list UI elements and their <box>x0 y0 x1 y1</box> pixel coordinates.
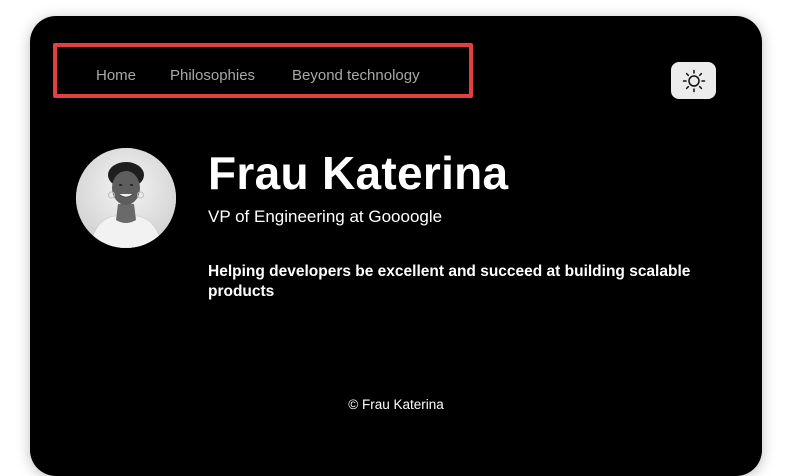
profile-name: Frau Katerina <box>208 147 509 199</box>
nav-link-philosophies[interactable]: Philosophies <box>170 67 255 84</box>
portrait-photo <box>76 148 176 248</box>
profile-card: Home Philosophies Beyond technology Frau… <box>30 16 762 476</box>
profile-role: VP of Engineering at Goooogle <box>208 207 443 226</box>
sun-icon <box>682 69 705 92</box>
theme-toggle-button[interactable] <box>671 62 716 99</box>
avatar <box>76 148 176 248</box>
main-nav: Home Philosophies Beyond technology <box>53 43 473 98</box>
nav-link-home[interactable]: Home <box>96 67 136 84</box>
profile-tagline: Helping developers be excellent and succ… <box>208 262 691 300</box>
nav-link-beyond-technology[interactable]: Beyond technology <box>292 67 420 84</box>
footer-copyright: © Frau Katerina <box>348 397 444 412</box>
